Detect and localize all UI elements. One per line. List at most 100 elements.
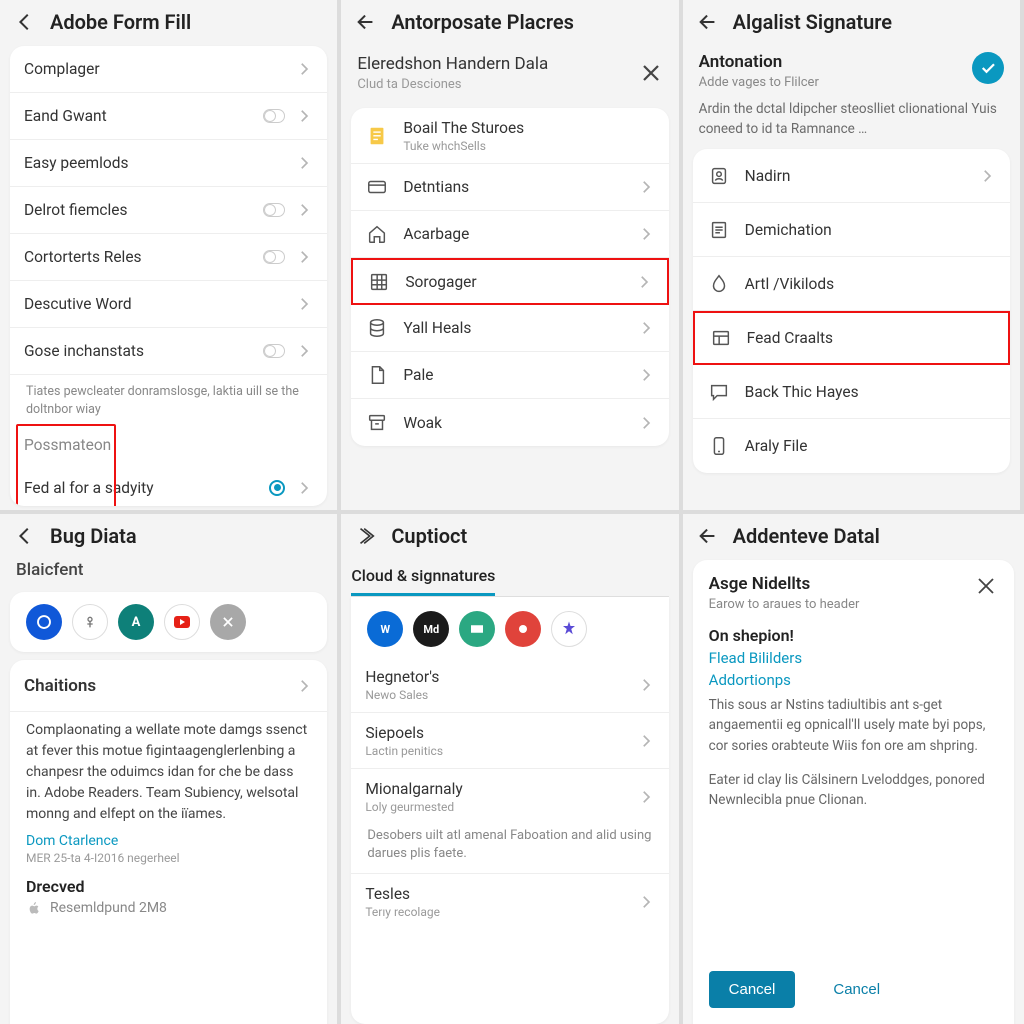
list-item[interactable]: Eand Gwant — [10, 93, 327, 140]
toggle-off-icon[interactable] — [263, 203, 285, 217]
section-label: Blaicfent — [0, 556, 337, 588]
app-icon[interactable] — [505, 611, 541, 647]
chevron-right-icon — [637, 178, 655, 196]
link-text[interactable]: Dom Ctarlence — [10, 833, 327, 851]
list-item[interactable]: Acarbage — [351, 211, 668, 258]
device-icon — [707, 434, 731, 458]
list-item[interactable]: Fed al for a sadyity — [10, 464, 327, 506]
chevron-right-icon — [295, 342, 313, 360]
app-icon[interactable] — [26, 604, 62, 640]
list-item[interactable]: Delrot fiemcles — [10, 187, 327, 234]
dialog-card: Asge Nidellts Earow to araues to header … — [693, 560, 1014, 1024]
app-icons-row: A — [10, 592, 327, 652]
page-title: Bug Diata — [50, 524, 137, 548]
close-icon[interactable] — [974, 574, 998, 598]
hint-text: Desobers uilt atl amenal Faboation and a… — [351, 825, 668, 873]
chevron-right-icon — [637, 676, 655, 694]
list-item[interactable]: TeslesTerıy recolage — [351, 873, 668, 929]
back-icon[interactable] — [697, 11, 719, 33]
chat-icon — [707, 380, 731, 404]
meta-text: MER 25-ta 4-I2016 negerheel — [10, 851, 327, 873]
list-item[interactable]: MionalgarnalyLoly geurmested — [351, 769, 668, 825]
list-item[interactable]: Nadirn — [693, 149, 1010, 203]
page-title: Algalist Signature — [733, 10, 892, 34]
back-icon[interactable] — [14, 11, 36, 33]
list-item-highlighted[interactable]: Sorogager — [351, 258, 668, 305]
header: Antorposate Placres — [341, 0, 678, 42]
database-icon — [365, 316, 389, 340]
content-card: Chaitions Complaonating a wellate mote d… — [10, 660, 327, 1024]
chevron-right-icon — [637, 893, 655, 911]
toggle-off-icon[interactable] — [263, 250, 285, 264]
chevron-right-icon — [637, 788, 655, 806]
header: Bug Diata — [0, 514, 337, 556]
link-flead[interactable]: Flead Bililders — [693, 647, 1014, 667]
places-list: Boail The SturoesTuke whchSells Detntian… — [351, 108, 668, 446]
chevron-right-icon — [637, 366, 655, 384]
tab-cloud-signatures[interactable]: Cloud & signnatures — [351, 556, 495, 596]
chevron-right-icon — [295, 107, 313, 125]
back-icon[interactable] — [697, 525, 719, 547]
list-item[interactable]: Boail The SturoesTuke whchSells — [351, 108, 668, 164]
hint-text: Tiates pewcleater donramslosge, laktia u… — [10, 375, 327, 426]
app-icon[interactable]: Md — [413, 611, 449, 647]
forward-icon[interactable] — [355, 525, 377, 547]
chevron-right-icon — [295, 201, 313, 219]
list-item[interactable]: Demichation — [693, 203, 1010, 257]
check-badge-icon — [972, 52, 1004, 84]
chations-row[interactable]: Chaitions — [10, 660, 327, 712]
list-item[interactable]: Pale — [351, 352, 668, 399]
back-icon[interactable] — [14, 525, 36, 547]
header: Cuptioct — [341, 514, 678, 556]
app-icon[interactable] — [551, 611, 587, 647]
header: Adobe Form Fill — [0, 0, 337, 42]
app-icon[interactable]: W — [367, 611, 403, 647]
layout-icon — [709, 326, 733, 350]
list-item[interactable]: Artl /Vikilods — [693, 257, 1010, 311]
app-icon[interactable] — [459, 611, 495, 647]
list-item[interactable]: Complager — [10, 46, 327, 93]
list-item[interactable]: Hegnetor'sNewo Sales — [351, 657, 668, 713]
list-item[interactable]: Gose inchanstats — [10, 328, 327, 375]
link-addort[interactable]: Addortionps — [693, 667, 1014, 695]
list-item[interactable]: Woak — [351, 399, 668, 446]
cancel-button-primary[interactable]: Cancel — [709, 971, 796, 1008]
list-item[interactable]: Back Thic Hayes — [693, 365, 1010, 419]
app-icon[interactable] — [210, 604, 246, 640]
body-paragraph: Complaonating a wellate mote damgs ssenc… — [10, 712, 327, 833]
chevron-right-icon — [637, 225, 655, 243]
list-item[interactable]: Yall Heals — [351, 305, 668, 352]
chevron-right-icon — [295, 479, 313, 497]
back-icon[interactable] — [355, 11, 377, 33]
body-paragraph: Eater id clay lis Cälsinern Lveloddges, … — [693, 764, 1014, 819]
list-item[interactable]: Easy peemlods — [10, 140, 327, 187]
close-icon[interactable] — [639, 61, 663, 85]
list-item[interactable]: Cortorterts Reles — [10, 234, 327, 281]
panel-cuptioct: Cuptioct Cloud & signnatures W Md Hegnet… — [341, 510, 682, 1024]
archive-icon — [365, 411, 389, 435]
grid-icon — [367, 270, 391, 294]
list-item-highlighted[interactable]: Fead Craalts — [693, 311, 1010, 365]
panel-addenteve: Addenteve Datal Asge Nidellts Earow to a… — [683, 510, 1024, 1024]
list-item[interactable]: Possmateon — [10, 426, 327, 464]
list-item[interactable]: Descutive Word — [10, 281, 327, 328]
list-item[interactable]: Detntians — [351, 164, 668, 211]
toggle-off-icon[interactable] — [263, 344, 285, 358]
on-label: On shepion! — [693, 616, 1014, 647]
app-icon[interactable] — [164, 604, 200, 640]
app-icon[interactable]: A — [118, 604, 154, 640]
panel-form-fill: Adobe Form Fill Complager Eand Gwant Eas… — [0, 0, 341, 510]
app-icon[interactable] — [72, 604, 108, 640]
page-title: Antorposate Placres — [391, 10, 574, 34]
header: Algalist Signature — [683, 0, 1020, 42]
radio-on-icon[interactable] — [269, 480, 285, 496]
document-lines-icon — [707, 218, 731, 242]
subheader: Eleredshon Handern Dala Clud ta Descione… — [341, 42, 678, 104]
apple-icon — [26, 900, 42, 916]
sheet-icon — [365, 124, 389, 148]
list-item[interactable]: SiepoelsLactin penitics — [351, 713, 668, 769]
cancel-button-ghost[interactable]: Cancel — [813, 971, 900, 1008]
chevron-right-icon — [637, 319, 655, 337]
list-item[interactable]: Araly File — [693, 419, 1010, 473]
toggle-off-icon[interactable] — [263, 109, 285, 123]
